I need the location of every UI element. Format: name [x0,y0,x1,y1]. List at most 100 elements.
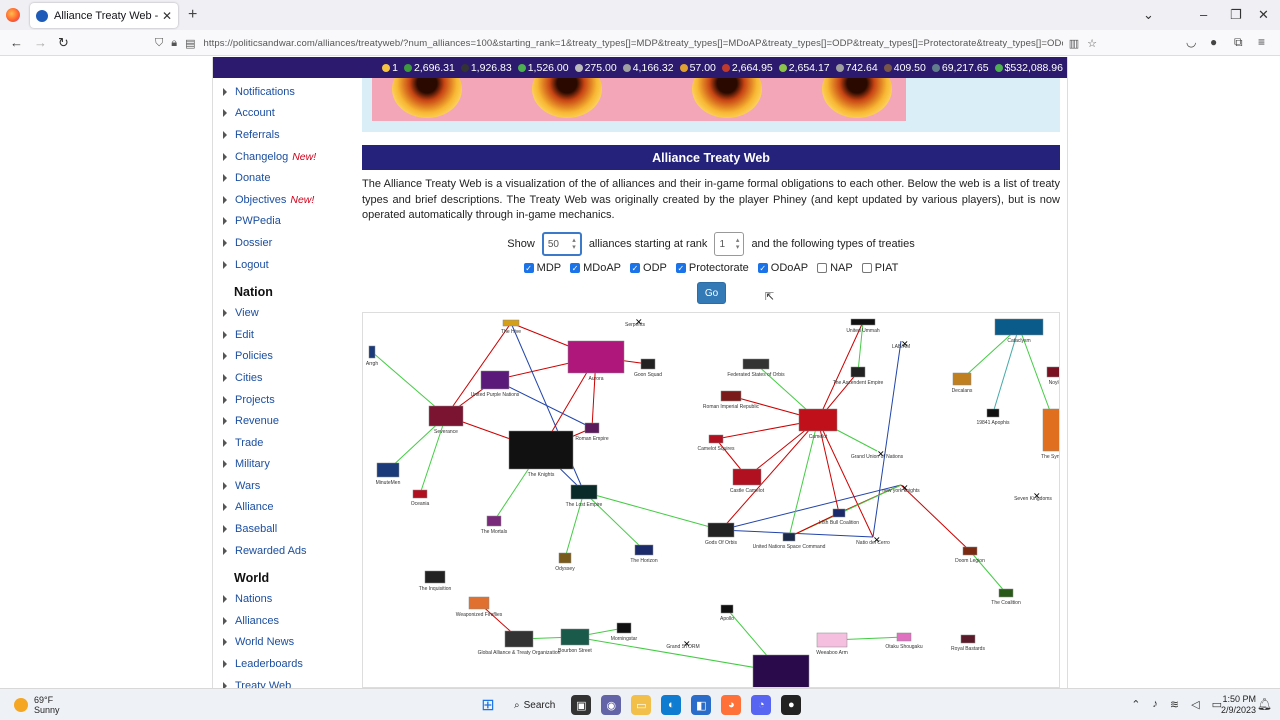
num-alliances-input[interactable]: 50 ▴ ▾ [541,232,582,256]
alliance-node-mor[interactable]: The Mortals [481,515,508,535]
alliance-node-oce[interactable]: Oceania [411,489,430,507]
bookmark-star-icon[interactable]: ☆ [1087,37,1097,50]
close-tab-icon[interactable]: ✕ [162,9,172,23]
notification-bell-icon[interactable]: 🔔︎ [1257,697,1272,711]
alliance-node-morn[interactable]: Morningstar [611,622,638,642]
go-button[interactable]: Go [697,282,726,304]
edge-icon[interactable]: ◐ [661,695,682,715]
maximize-icon[interactable]: ❐ [1230,7,1242,23]
store-icon[interactable]: ◧ [691,695,712,715]
forward-icon[interactable]: → [34,35,47,50]
alliance-node-rir[interactable]: Roman Imperial Republic [703,390,760,410]
alliance-node-cas[interactable]: Castle Camelot [730,468,765,494]
alliance-node-cons[interactable]: The Coalition [991,588,1021,606]
pocket-icon[interactable]: ◡ [1186,35,1196,49]
browser-tab[interactable]: Alliance Treaty Web - Politics ar ✕ [30,3,178,28]
alliance-node-tss[interactable]: The Syndicate [1041,408,1060,460]
alliance-node-cam[interactable]: Camelot Squires [698,434,735,452]
alliance-node-hor[interactable]: The Horizon [630,544,658,564]
sidebar-item-account[interactable]: Account [215,103,355,125]
alliance-node-lab[interactable]: ✕LAB/AM [892,339,910,350]
sidebar-item-view[interactable]: View [215,302,355,324]
back-icon[interactable]: ← [10,35,23,50]
sidebar-item-notifications[interactable]: Notifications [215,81,355,103]
alliance-node-apo[interactable]: 19841 Apophis [976,408,1010,426]
checkbox-odp[interactable]: ✓ ODP [630,262,667,274]
alliance-node-hive[interactable]: The Hive [501,319,521,335]
sidebar-item-nations[interactable]: Nations [215,588,355,610]
windows-start-icon[interactable]: ⊞ [478,695,498,715]
alliance-node-unsc[interactable]: United Nations Space Command [753,532,826,550]
alliance-node-rb[interactable]: Royal Bastards [951,634,985,652]
sidebar-item-logout[interactable]: Logout [215,254,355,276]
volume-icon[interactable]: ◁ [1191,698,1199,711]
firefox-taskbar-icon[interactable]: ◕ [721,695,742,715]
page-info-icon[interactable]: ▤ [185,37,195,50]
reload-icon[interactable]: ↻ [58,35,69,51]
alliance-node-ota[interactable]: Otaku Shougaku [885,632,923,650]
alliance-node-eter[interactable]: Eternal [752,654,810,688]
sidebar-item-dossier[interactable]: Dossier [215,232,355,254]
sidebar-item-changelog[interactable]: Changelog New! [215,146,355,168]
lock-icon[interactable]: 🔒︎ [171,37,177,50]
account-icon[interactable]: ● [1210,35,1217,49]
alliance-node-nyk[interactable]: ✕new york knights [882,483,920,494]
alliance-node-lost[interactable]: The Lost Empire [566,484,603,508]
alliance-node-ach[interactable]: The Ascendent Empire [833,366,884,386]
sidebar-item-projects[interactable]: Projects [215,389,355,411]
sidebar-item-leaderboards[interactable]: Leaderboards [215,653,355,675]
alliance-node-fsa[interactable]: Federated States of Orbis [727,358,785,378]
sidebar-item-revenue[interactable]: Revenue [215,410,355,432]
alliance-node-wes[interactable]: Weeaboo Arm [816,632,848,656]
url-bar[interactable]: ⛉ 🔒︎ ▤ https://politicsandwar.com/allian… [155,32,1105,54]
file-explorer-icon[interactable]: ▭ [631,695,652,715]
minimize-icon[interactable]: – [1200,7,1207,22]
weather-widget[interactable]: 69°F Sunny [14,695,60,715]
alliance-node-goo[interactable]: Gods Of Orbis [705,522,737,546]
alliance-node-sep[interactable]: ✕Serpents [625,317,646,328]
checkbox-mdp[interactable]: ✓ MDP [523,262,561,274]
sidebar-item-referrals[interactable]: Referrals [215,124,355,146]
alliance-node-sev[interactable]: Severance [428,405,464,435]
alliance-node-apol[interactable]: Apollo [720,604,734,622]
alliance-node-gat[interactable]: Global Alliance & Treaty Organization [478,630,561,656]
url-text[interactable]: https://politicsandwar.com/alliances/tre… [204,38,1063,49]
sidebar-item-pwpedia[interactable]: PWPedia [215,211,355,233]
microphone-icon[interactable]: ♪ [1152,698,1158,711]
sidebar-item-rewarded-ads[interactable]: Rewarded Ads [215,540,355,562]
ad-banner[interactable] [362,78,1060,132]
starting-rank-input[interactable]: 1 ▴ ▾ [714,232,745,256]
alliance-node-bb[interactable]: Bourbon Street [558,628,592,654]
sidebar-item-objectives[interactable]: Objectives New! [215,189,355,211]
alliance-node-ody[interactable]: Odyssey [555,552,575,572]
clock[interactable]: 1:50 PM 2/9/2023 [1221,694,1256,716]
alliance-node-ir[interactable]: Irish Bull Coalition [819,508,859,526]
alliance-node-gcn[interactable]: ✕Grand Union of Nations [851,449,904,460]
wifi-icon[interactable]: ≋ [1170,698,1179,711]
alliance-node-sk[interactable]: ✕Seven Kingdoms [1014,491,1052,502]
sidebar-item-edit[interactable]: Edit [215,324,355,346]
sidebar-item-cities[interactable]: Cities [215,367,355,389]
reader-view-icon[interactable]: ▥ [1069,37,1079,50]
alliance-node-gris[interactable]: ✕Grand STORM [666,639,699,650]
sidebar-item-world-news[interactable]: World News [215,632,355,654]
sidebar-item-treaty-web[interactable]: Treaty Web [215,675,355,688]
teams-chat-icon[interactable]: ◉ [601,695,622,715]
close-window-icon[interactable]: ✕ [1258,7,1269,23]
alliance-node-inq[interactable]: The Inquisition [419,570,452,592]
alliance-node-wtf[interactable]: Weaponized Fireflies [456,596,503,618]
sidebar-item-wars[interactable]: Wars [215,475,355,497]
alliance-node-coa[interactable]: Cataclysm [994,318,1044,344]
show-hidden-icons-icon[interactable]: ⌃ [1131,698,1140,711]
sidebar-item-policies[interactable]: Policies [215,346,355,368]
task-view-icon[interactable]: ▣ [571,695,592,715]
alliance-node-uni[interactable]: United Purple Nations [471,370,520,398]
shield-icon[interactable]: ⛉ [155,37,163,50]
checkbox-piat[interactable]: PIAT [861,262,898,274]
firefox-icon[interactable] [6,8,20,22]
alliance-node-nov[interactable]: Noyle [1046,366,1060,386]
sidebar-item-donate[interactable]: Donate [215,167,355,189]
sidebar-item-alliances[interactable]: Alliances [215,610,355,632]
checkbox-nap[interactable]: NAP [817,262,853,274]
alliance-node-um[interactable]: United Ummah [846,318,880,334]
